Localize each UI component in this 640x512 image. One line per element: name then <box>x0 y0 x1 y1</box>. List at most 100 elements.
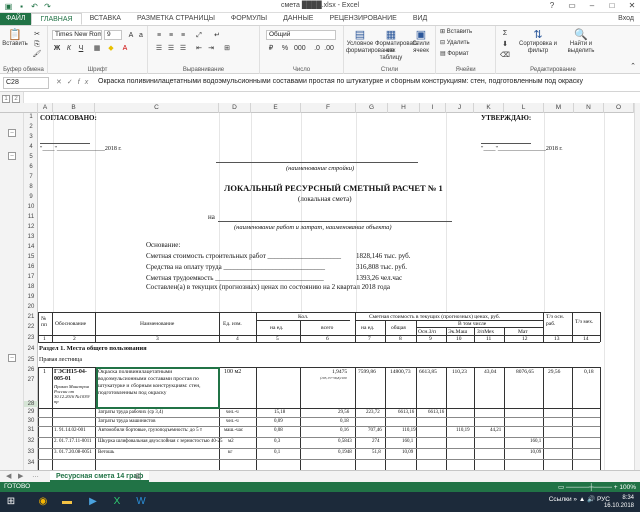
maximize-icon[interactable]: □ <box>606 1 618 10</box>
orientation-icon[interactable]: ⤢ <box>194 31 204 40</box>
bold-icon[interactable]: Ж <box>52 44 62 53</box>
align-left-icon[interactable]: ☰ <box>154 44 164 53</box>
row-header[interactable]: 20 <box>24 304 38 310</box>
explorer-icon[interactable]: ▬ <box>60 495 74 509</box>
clear-icon[interactable]: ⌫ <box>500 51 510 60</box>
formula-input[interactable]: Окраска поливинилацетатными водоэмульсио… <box>98 78 636 85</box>
align-right-icon[interactable]: ☰ <box>178 44 188 53</box>
tab-formulas[interactable]: ФОРМУЛЫ <box>223 13 275 25</box>
column-header-h[interactable]: H <box>388 103 420 113</box>
increase-decimal-icon[interactable]: .0 <box>312 44 322 53</box>
column-header-l[interactable]: L <box>504 103 544 113</box>
row-header[interactable]: 26 <box>24 367 38 373</box>
format-painter-icon[interactable]: 🖌 <box>32 50 42 59</box>
row-header[interactable]: 23 <box>24 335 38 341</box>
cancel-icon[interactable]: ✕ <box>56 79 67 86</box>
outline-collapse-icon[interactable]: – <box>8 129 16 137</box>
column-header-g[interactable]: G <box>356 103 388 113</box>
tab-page-layout[interactable]: РАЗМЕТКА СТРАНИЦЫ <box>129 13 223 25</box>
column-header-j[interactable]: J <box>446 103 474 113</box>
media-icon[interactable]: ▶ <box>86 495 100 509</box>
row-header[interactable]: 13 <box>24 234 38 240</box>
minimize-icon[interactable]: – <box>586 1 598 10</box>
delete-cells-button[interactable]: ⊟ Удалить <box>440 40 492 47</box>
column-header-o[interactable]: O <box>604 103 634 113</box>
number-format-select[interactable]: Общий <box>266 30 336 40</box>
insert-cells-button[interactable]: ⊞ Вставить <box>440 29 492 36</box>
conditional-formatting-button[interactable]: ▤ Условное форматирование <box>346 29 394 55</box>
row-header[interactable]: 31 <box>24 427 38 433</box>
column-header-a[interactable]: A <box>38 103 53 113</box>
column-header-b[interactable]: B <box>53 103 95 113</box>
thousands-icon[interactable]: 000 <box>294 44 306 53</box>
row-header[interactable]: 19 <box>24 294 38 300</box>
enter-icon[interactable]: ✓ <box>67 79 78 86</box>
row-header[interactable]: 8 <box>24 184 38 190</box>
cut-icon[interactable]: ✂ <box>32 30 42 39</box>
sort-filter-button[interactable]: ⇅ Сортировка и фильтр <box>516 29 560 55</box>
row-header[interactable]: 27 <box>24 377 38 383</box>
row-header[interactable]: 30 <box>24 418 38 424</box>
system-tray[interactable]: Ссылки » ▲ 🔊 РУС <box>549 495 610 503</box>
row-header[interactable]: 9 <box>24 194 38 200</box>
align-center-icon[interactable]: ☰ <box>166 44 176 53</box>
worksheet-grid[interactable]: СОГЛАСОВАНО: УТВЕРЖДАЮ: "____"__________… <box>38 113 634 470</box>
currency-icon[interactable]: ₽ <box>266 44 276 53</box>
close-icon[interactable]: ✕ <box>626 1 638 10</box>
font-color-icon[interactable]: A <box>120 44 130 53</box>
next-sheet-icon[interactable]: ▶ <box>18 472 23 480</box>
copy-icon[interactable]: ⎘ <box>32 40 42 49</box>
row-header[interactable]: 34 <box>24 460 38 466</box>
shrink-font-icon[interactable]: a <box>136 31 146 40</box>
column-header-c[interactable]: C <box>95 103 219 113</box>
fill-color-icon[interactable]: ◆ <box>106 44 116 53</box>
row-header[interactable]: 4 <box>24 144 38 150</box>
format-cells-button[interactable]: ▤ Формат <box>440 51 492 58</box>
tab-home[interactable]: ГЛАВНАЯ <box>31 13 82 25</box>
find-select-button[interactable]: 🔍 Найти и выделить <box>562 29 600 55</box>
row-header[interactable]: 32 <box>24 438 38 444</box>
row-header[interactable]: 7 <box>24 174 38 180</box>
excel-icon[interactable]: X <box>110 495 124 509</box>
column-header-f[interactable]: F <box>301 103 356 113</box>
tab-file[interactable]: ФАЙЛ <box>0 13 32 25</box>
vertical-scrollbar[interactable] <box>634 103 640 470</box>
row-header[interactable]: 11 <box>24 214 38 220</box>
windows-start-icon[interactable]: ⊞ <box>4 495 18 509</box>
row-header[interactable]: 14 <box>24 244 38 250</box>
row-header-selected[interactable]: 28 <box>24 401 38 407</box>
row-header[interactable]: 33 <box>24 449 38 455</box>
increase-indent-icon[interactable]: ⇥ <box>206 44 216 53</box>
row-header[interactable]: 10 <box>24 204 38 210</box>
add-sheet-icon[interactable]: ⊕ <box>134 471 142 482</box>
outline-level-1-button[interactable]: 1 <box>2 95 10 103</box>
column-header-i[interactable]: I <box>420 103 446 113</box>
column-header-e[interactable]: E <box>251 103 301 113</box>
collapse-ribbon-icon[interactable]: ⌃ <box>628 62 638 71</box>
row-header[interactable]: 29 <box>24 409 38 415</box>
grow-font-icon[interactable]: A <box>126 31 136 40</box>
column-header-k[interactable]: K <box>474 103 504 113</box>
select-all-corner[interactable] <box>24 103 38 113</box>
paste-button[interactable]: 📋 Вставить <box>2 29 28 48</box>
percent-icon[interactable]: % <box>280 44 290 53</box>
tab-insert[interactable]: ВСТАВКА <box>82 13 129 25</box>
font-name-select[interactable]: Times New Roma <box>52 30 102 40</box>
column-header-d[interactable]: D <box>219 103 251 113</box>
tab-data[interactable]: ДАННЫЕ <box>275 13 321 25</box>
outline-collapse-icon[interactable]: – <box>8 354 16 362</box>
row-header[interactable]: 3 <box>24 134 38 140</box>
decrease-indent-icon[interactable]: ⇤ <box>194 44 204 53</box>
column-header-n[interactable]: N <box>574 103 604 113</box>
row-header[interactable]: 2 <box>24 124 38 130</box>
row-header[interactable]: 18 <box>24 284 38 290</box>
row-header[interactable]: 1 <box>24 114 38 120</box>
help-icon[interactable]: ? <box>546 1 558 10</box>
format-as-table-button[interactable]: ▦ Форматировать как таблицу <box>375 29 419 62</box>
row-header[interactable]: 6 <box>24 164 38 170</box>
row-header[interactable]: 25 <box>24 357 38 363</box>
prev-sheet-icon[interactable]: ◀ <box>6 472 11 480</box>
row-header[interactable]: 16 <box>24 264 38 270</box>
align-top-icon[interactable]: ≡ <box>154 31 164 40</box>
tab-review[interactable]: РЕЦЕНЗИРОВАНИЕ <box>321 13 404 25</box>
